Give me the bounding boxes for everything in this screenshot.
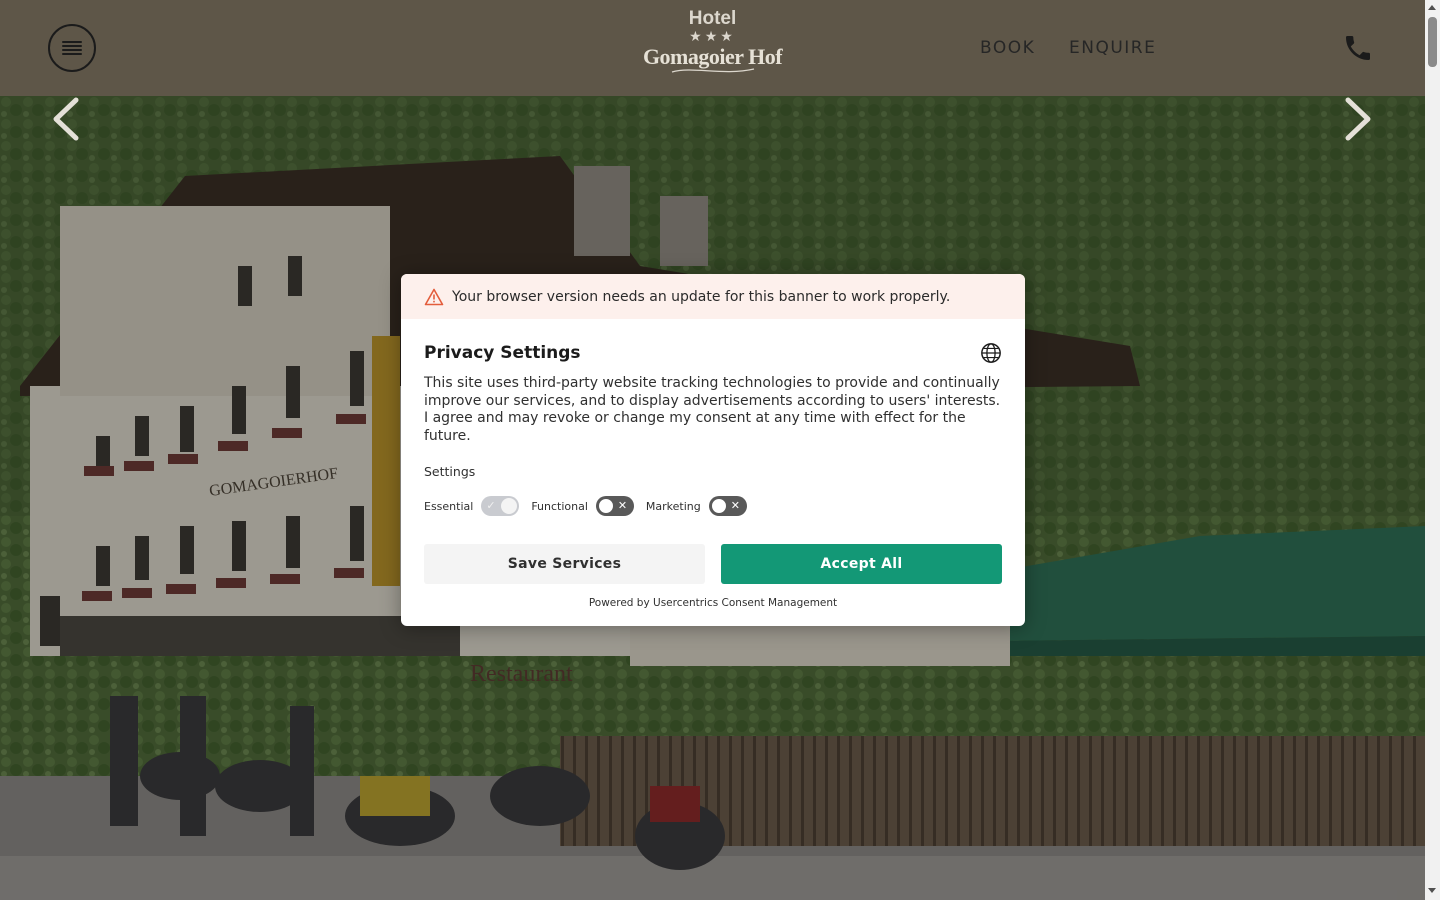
toggle-marketing: Marketing ✕: [646, 496, 747, 516]
consent-toggles: Essential ✓ Functional ✕ Marketing ✕: [424, 496, 1002, 516]
cross-icon: ✕: [730, 499, 740, 512]
essential-switch[interactable]: ✓: [481, 496, 520, 516]
chevron-right-icon[interactable]: [1338, 96, 1378, 142]
page-scrollbar[interactable]: [1425, 0, 1440, 900]
toggle-essential-label: Essential: [424, 499, 474, 513]
consent-description: This site uses third-party website track…: [424, 375, 1001, 444]
phone-icon[interactable]: [1342, 32, 1374, 64]
logo-stars: ★★★: [689, 29, 736, 45]
toggle-essential: Essential ✓: [424, 496, 520, 516]
site-header: Hotel ★★★ Gomagoier Hof BOOK ENQUIRE: [0, 0, 1425, 96]
globe-icon[interactable]: [980, 342, 1002, 364]
logo-hotel-word: Hotel: [688, 8, 737, 29]
toggle-functional: Functional ✕: [531, 496, 634, 516]
nav-enquire-link[interactable]: ENQUIRE: [1069, 38, 1156, 58]
settings-heading: Settings: [424, 464, 476, 479]
nav-book-link[interactable]: BOOK: [980, 38, 1035, 58]
functional-switch[interactable]: ✕: [595, 496, 634, 516]
hotel-logo[interactable]: Hotel ★★★ Gomagoier Hof: [640, 8, 785, 88]
logo-hotel-name: Gomagoier Hof: [642, 44, 783, 69]
privacy-consent-dialog: Your browser version needs an update for…: [401, 274, 1025, 626]
toggle-marketing-label: Marketing: [645, 499, 701, 513]
dialog-title: Privacy Settings: [424, 343, 581, 363]
warning-triangle-icon: [424, 288, 444, 305]
scroll-down-arrow-icon[interactable]: [1428, 888, 1436, 893]
save-services-button[interactable]: Save Services: [424, 544, 705, 584]
powered-by-text: Powered by Usercentrics Consent Manageme…: [588, 597, 838, 609]
menu-button[interactable]: [48, 24, 96, 72]
scroll-up-arrow-icon[interactable]: [1428, 5, 1436, 10]
chevron-left-icon[interactable]: [46, 96, 86, 142]
check-icon: ✓: [486, 499, 496, 512]
marketing-switch[interactable]: ✕: [708, 496, 747, 516]
scrollbar-thumb[interactable]: [1428, 17, 1437, 67]
browser-warning-banner: Your browser version needs an update for…: [401, 274, 1025, 319]
toggle-functional-label: Functional: [531, 499, 588, 513]
hamburger-menu-icon: [62, 41, 82, 55]
accept-all-button[interactable]: Accept All: [721, 544, 1002, 584]
cross-icon: ✕: [617, 499, 628, 512]
browser-warning-text: Your browser version needs an update for…: [452, 288, 951, 305]
